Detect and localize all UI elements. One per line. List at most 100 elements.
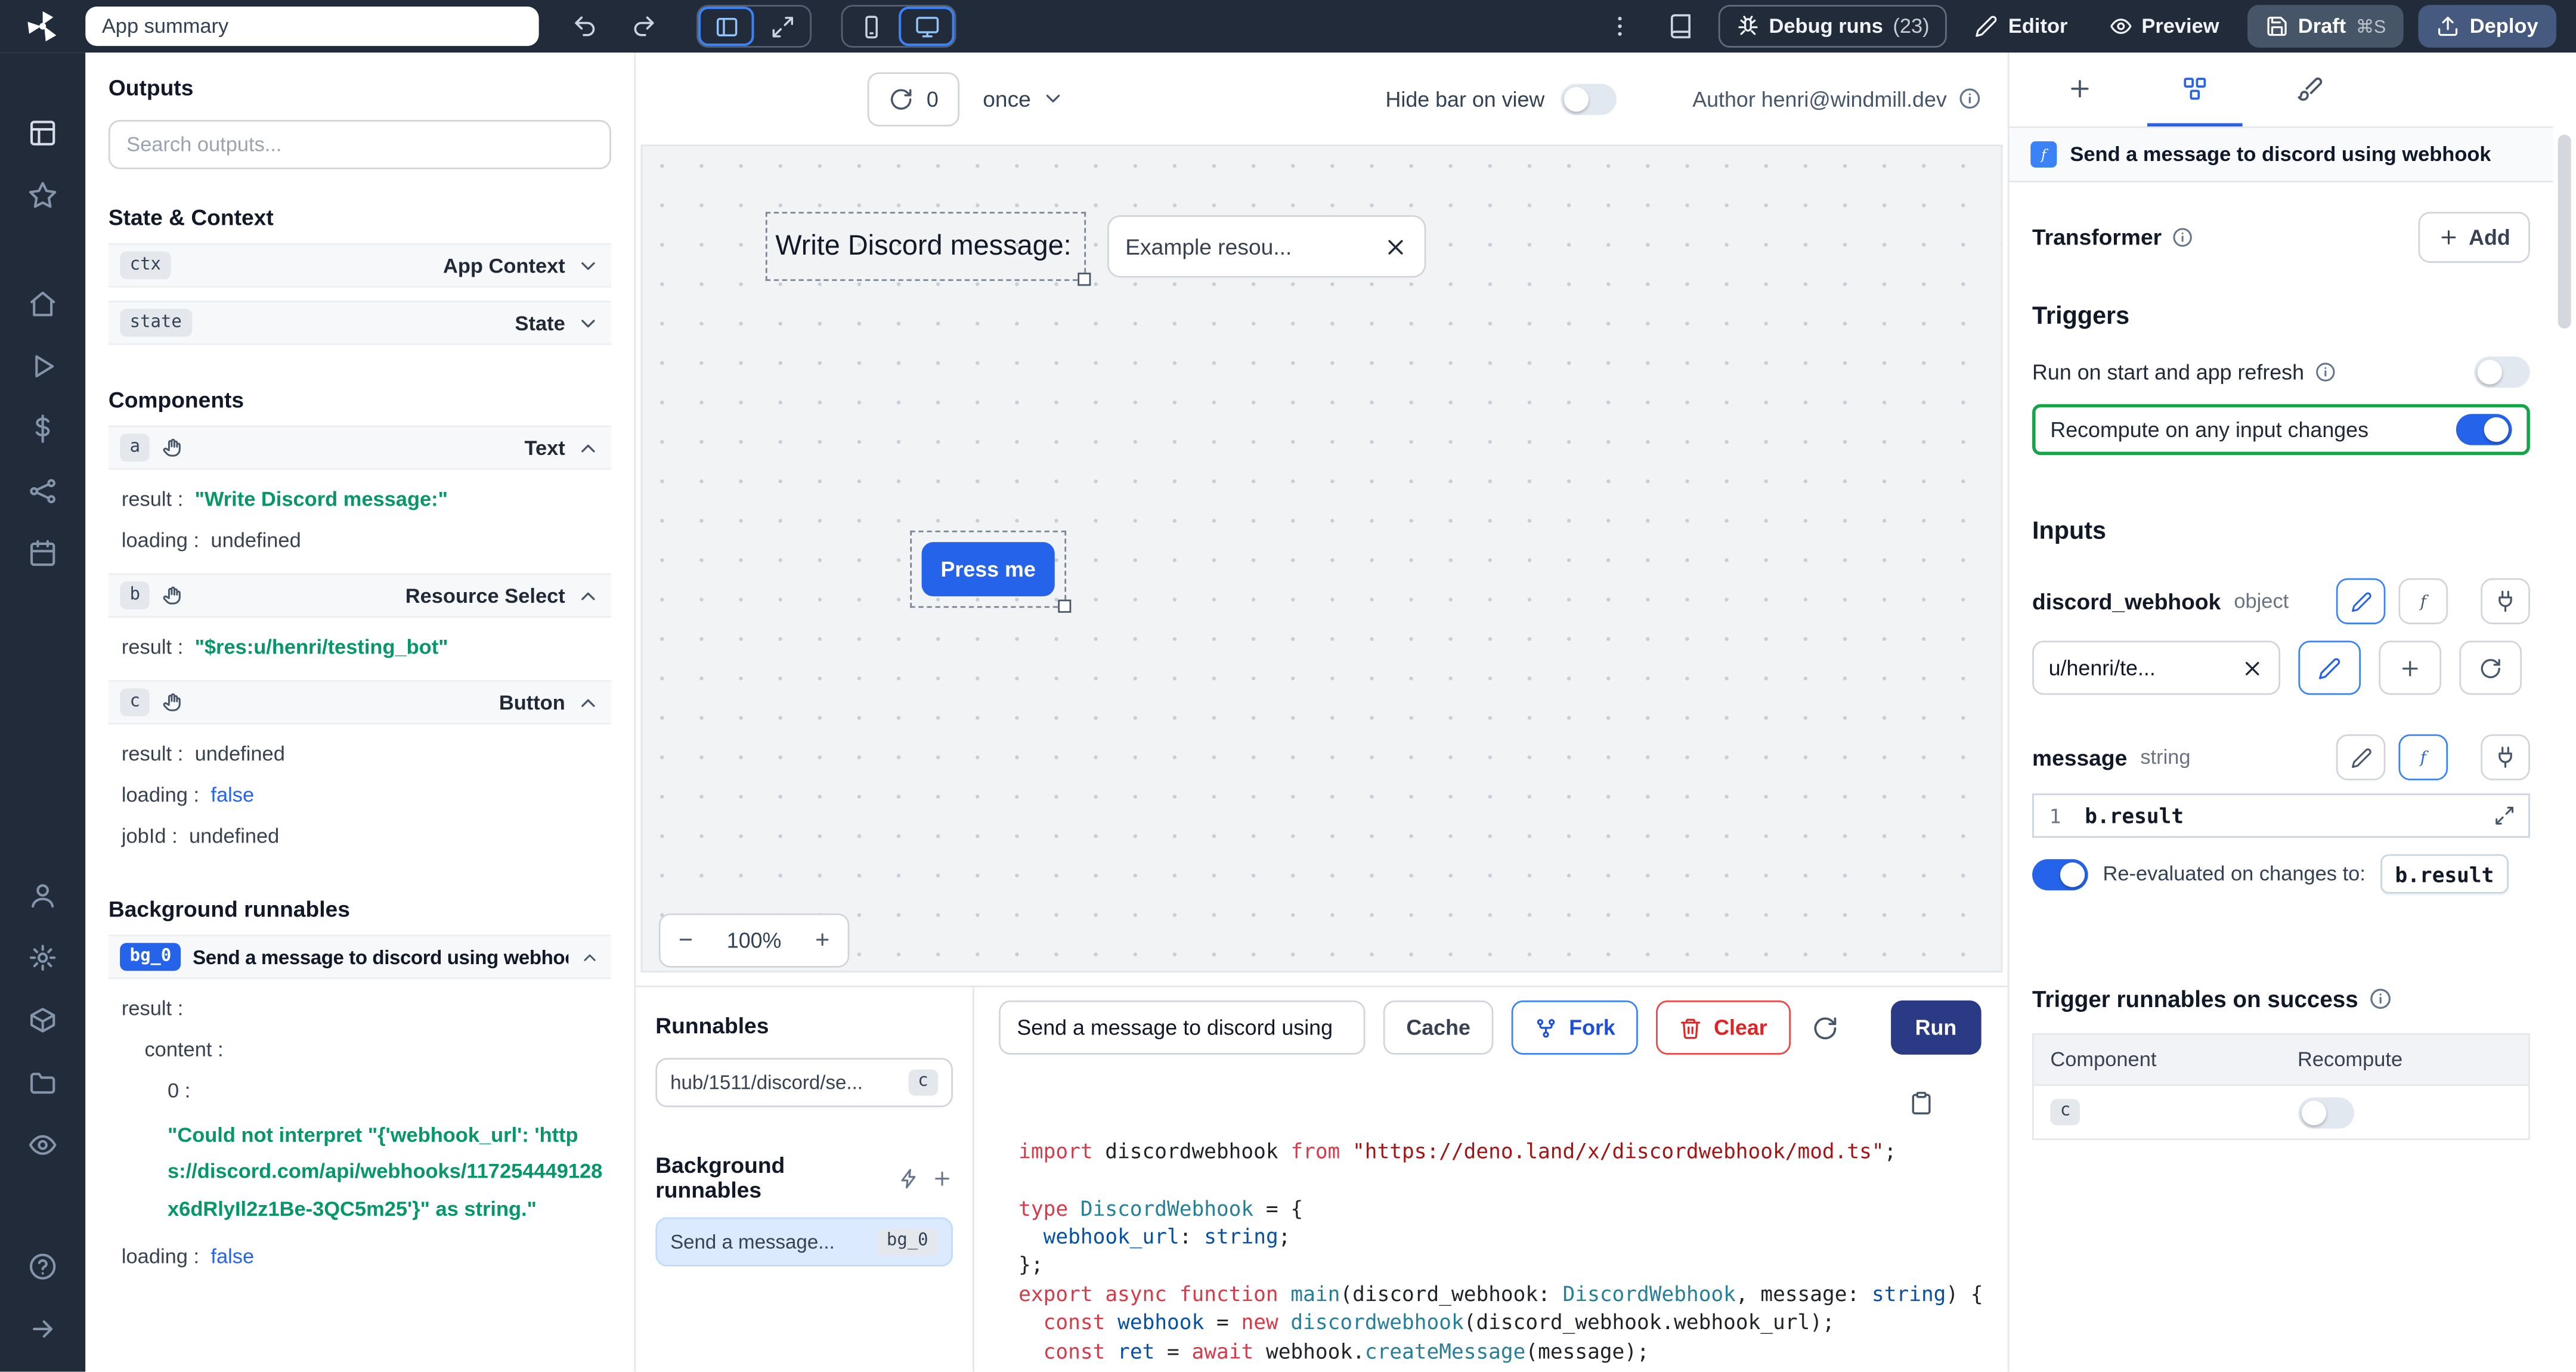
button-component-selection[interactable]: Press me <box>910 531 1066 608</box>
runnable-title-input[interactable]: Send a message to discord using <box>999 1001 1365 1055</box>
edit-resource-button[interactable] <box>2298 640 2361 695</box>
windmill-logo-icon[interactable] <box>0 8 85 45</box>
fork-button[interactable]: Fork <box>1512 1001 1639 1055</box>
resize-handle[interactable] <box>1078 272 1091 286</box>
output-field-row: 0 <box>109 1079 611 1102</box>
more-menu-button[interactable] <box>1596 7 1642 46</box>
undo-button[interactable] <box>562 7 608 46</box>
rail-home-icon[interactable] <box>0 272 85 335</box>
output-section-component-a[interactable]: a Text <box>109 426 611 470</box>
scrollbar-thumb[interactable] <box>2558 135 2571 329</box>
refresh-result-button[interactable] <box>1809 1014 1841 1041</box>
zoom-in-button[interactable]: + <box>815 927 829 955</box>
rail-workers-icon[interactable] <box>0 989 85 1052</box>
draft-button[interactable]: Draft ⌘S <box>2247 5 2404 48</box>
hand-pointer-icon[interactable] <box>162 585 183 606</box>
connect-input-button[interactable] <box>2481 578 2530 624</box>
message-expression-editor[interactable]: 1 b.result <box>2032 794 2530 838</box>
info-icon[interactable] <box>1958 87 1981 110</box>
scrollbar[interactable] <box>2558 52 2571 1371</box>
add-background-runnable-button[interactable] <box>931 1167 953 1188</box>
hand-pointer-icon[interactable] <box>162 437 183 459</box>
fullscreen-button[interactable] <box>754 7 810 46</box>
tab-component-settings[interactable] <box>2147 52 2243 126</box>
zap-icon[interactable] <box>899 1167 920 1188</box>
redo-button[interactable] <box>621 7 667 46</box>
field-name: message <box>2032 745 2127 769</box>
deploy-button[interactable]: Deploy <box>2419 5 2556 48</box>
cache-button[interactable]: Cache <box>1383 1001 1494 1055</box>
static-mode-button[interactable] <box>2336 735 2386 781</box>
mobile-view-button[interactable] <box>843 7 899 46</box>
rail-users-icon[interactable] <box>0 864 85 927</box>
chevron-down-icon[interactable] <box>577 311 600 335</box>
row-recompute-toggle[interactable] <box>2298 1097 2354 1128</box>
eval-mode-button[interactable] <box>2398 735 2448 781</box>
rail-favorites-icon[interactable] <box>0 165 85 227</box>
output-section-ctx[interactable]: ctx App Context <box>109 243 611 287</box>
refresh-resources-button[interactable] <box>2459 640 2522 695</box>
editor-button[interactable]: Editor <box>1962 5 2081 48</box>
app-summary-input[interactable] <box>85 7 538 46</box>
app-canvas[interactable]: Write Discord message: Example resou... … <box>640 144 2002 973</box>
desktop-view-button[interactable] <box>899 7 955 46</box>
docs-button[interactable] <box>1657 7 1703 46</box>
search-outputs-input[interactable] <box>109 120 611 169</box>
resource-select-component[interactable]: Example resou... <box>1107 215 1426 278</box>
chevron-up-icon[interactable] <box>577 691 600 714</box>
runnable-item[interactable]: hub/1511/discord/se... c <box>655 1058 953 1107</box>
rail-folders-icon[interactable] <box>0 1051 85 1114</box>
eval-mode-button[interactable] <box>2398 578 2448 624</box>
hand-pointer-icon[interactable] <box>162 692 183 713</box>
rail-settings-icon[interactable] <box>0 927 85 989</box>
copy-code-icon[interactable] <box>1909 1091 1933 1115</box>
chevron-down-icon[interactable] <box>577 254 600 277</box>
static-mode-button[interactable] <box>2336 578 2386 624</box>
frequency-select[interactable]: once <box>983 86 1064 111</box>
toggle-left-panel-button[interactable] <box>698 7 754 46</box>
recompute-toggle[interactable] <box>2456 414 2512 445</box>
create-resource-button[interactable] <box>2379 640 2441 695</box>
rail-collapse-icon[interactable] <box>0 1298 85 1361</box>
code-editor[interactable]: import discordwebhook from "https://deno… <box>1018 1079 2008 1371</box>
resource-input[interactable]: u/henri/te... <box>2032 640 2280 695</box>
clear-selection-icon[interactable] <box>1383 234 1408 259</box>
connect-input-button[interactable] <box>2481 735 2530 781</box>
rail-apps-icon[interactable] <box>0 102 85 165</box>
info-icon[interactable] <box>2314 361 2336 383</box>
preview-button[interactable]: Preview <box>2095 5 2232 48</box>
reeval-toggle[interactable] <box>2032 859 2088 890</box>
output-section-state[interactable]: state State <box>109 301 611 345</box>
hide-bar-toggle[interactable] <box>1561 83 1617 114</box>
add-transformer-button[interactable]: Add <box>2418 212 2530 262</box>
info-icon[interactable] <box>2172 227 2193 248</box>
zoom-out-button[interactable]: − <box>679 927 693 955</box>
debug-runs-button[interactable]: Debug runs (23) <box>1718 5 1948 48</box>
expand-editor-icon[interactable] <box>2494 805 2515 826</box>
text-component[interactable]: Write Discord message: <box>766 212 1086 281</box>
reeval-dependency-chip[interactable]: b.result <box>2380 854 2509 894</box>
tab-styling[interactable] <box>2262 52 2358 126</box>
output-section-component-b[interactable]: b Resource Select <box>109 574 611 618</box>
rail-variables-icon[interactable] <box>0 398 85 460</box>
run-on-start-toggle[interactable] <box>2474 357 2530 388</box>
tab-insert-component[interactable] <box>2032 52 2128 126</box>
refresh-count-button[interactable]: 0 <box>868 72 960 126</box>
chevron-up-icon[interactable] <box>577 436 600 459</box>
rail-help-icon[interactable] <box>0 1235 85 1298</box>
chevron-up-icon[interactable] <box>577 584 600 607</box>
clear-button[interactable]: Clear <box>1657 1001 1791 1055</box>
info-icon[interactable] <box>2370 987 2393 1011</box>
run-button[interactable]: Run <box>1890 1001 1981 1055</box>
chevron-up-icon[interactable] <box>580 947 600 967</box>
rail-schedules-icon[interactable] <box>0 522 85 585</box>
rail-runs-icon[interactable] <box>0 335 85 398</box>
output-section-component-c[interactable]: c Button <box>109 680 611 724</box>
resize-handle[interactable] <box>1058 600 1071 613</box>
press-me-button[interactable]: Press me <box>922 542 1055 596</box>
clear-resource-icon[interactable] <box>2241 656 2264 680</box>
rail-resources-icon[interactable] <box>0 460 85 522</box>
background-runnable-item[interactable]: Send a message... bg_0 <box>655 1218 953 1267</box>
output-section-bg0[interactable]: bg_0 Send a message to discord using web… <box>109 935 611 979</box>
rail-audit-icon[interactable] <box>0 1114 85 1176</box>
